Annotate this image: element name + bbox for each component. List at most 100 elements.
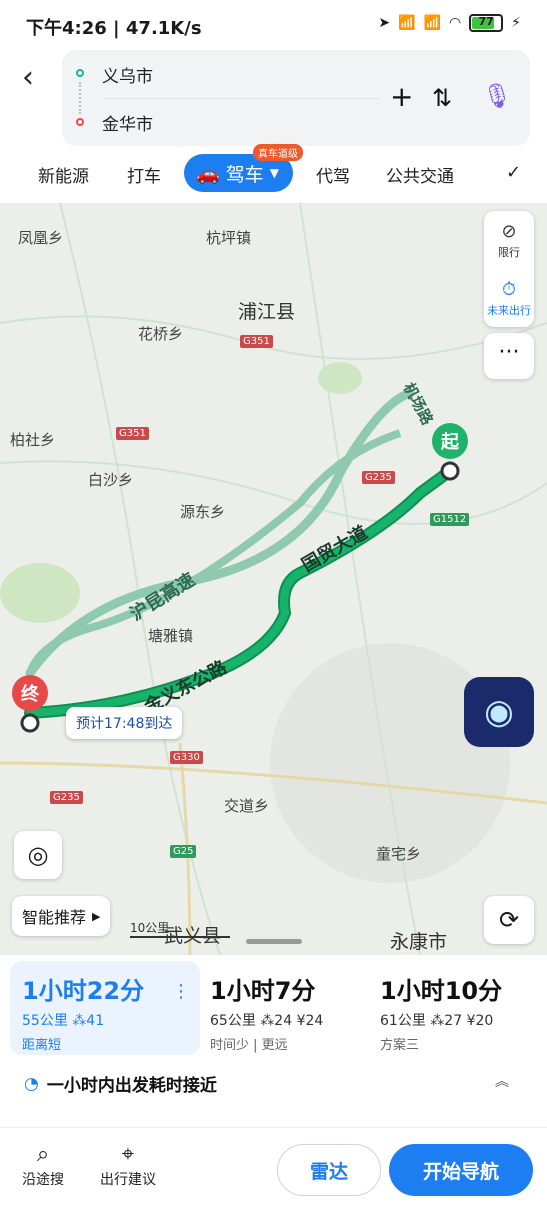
route-time: 1小时22分 (22, 977, 145, 1005)
tab-new-energy[interactable]: 新能源 (38, 162, 89, 187)
add-waypoint-icon[interactable]: + (390, 80, 413, 113)
location-pin-icon: ⌖ (121, 1142, 135, 1167)
car-icon: 🚗 (196, 162, 220, 185)
route-tag: 方案三 (380, 1038, 420, 1053)
swap-icon[interactable]: ⇅ (432, 84, 452, 112)
tab-taxi[interactable]: 打车 (127, 162, 161, 187)
start-pin[interactable]: 起 (432, 423, 468, 459)
map-label: 浦江县 (238, 301, 296, 323)
road-sign: G235 (50, 791, 83, 804)
road-sign: G235 (362, 471, 395, 484)
chevron-up-icon[interactable]: ︽ (495, 1071, 509, 1091)
wifi-icon: ◠ (448, 15, 462, 31)
route-distance: 55公里 (22, 1013, 68, 1029)
map-scale: 10公里 (130, 919, 230, 938)
bottom-bar: ⌕ 沿途搜 ⌖ 出行建议 雷达 开始导航 (0, 1127, 547, 1216)
battery-icon: 77 (469, 14, 504, 32)
route-option-2[interactable]: 1小时7分 65公里 ⁂24 ¥24 时间少 | 更远 (198, 961, 374, 1055)
play-icon: ▶ (92, 909, 101, 923)
map-label: 白沙乡 (88, 471, 134, 489)
traffic-light-icon: ⁂ (430, 1013, 445, 1029)
map-label: 花桥乡 (138, 325, 184, 343)
drag-handle[interactable] (246, 939, 302, 944)
back-icon[interactable]: ‹ (22, 60, 34, 95)
travel-advice-button[interactable]: ⌖ 出行建议 (100, 1142, 156, 1189)
traffic-limit-button[interactable]: ⊘ 限行 (484, 211, 534, 269)
map-label: 杭坪镇 (206, 229, 252, 247)
route-lights: 27 (444, 1013, 463, 1029)
route-option-3[interactable]: 1小时10分 61公里 ⁂27 ¥20 方案三 (368, 961, 544, 1055)
start-navigation-button[interactable]: 开始导航 (389, 1144, 533, 1196)
clock-icon: ◔ (24, 1073, 39, 1094)
signal-icon: 📶 (398, 15, 416, 31)
road-sign: G25 (170, 845, 197, 858)
side-panel: ⊘ 限行 ⏱ 未来出行 (484, 211, 534, 327)
status-time: 下午4:26 (26, 18, 107, 39)
stopwatch-icon: ⏱ (501, 278, 517, 300)
radar-button[interactable]: 雷达 (277, 1144, 381, 1196)
tab-public-transit[interactable]: 公共交通 (386, 162, 454, 187)
header: ‹ 义乌市 金华市 + ⇅ 🎙 新能源 打车 🚗 驾车 ▼ 代驾 公共交通 ✓ … (0, 50, 547, 200)
map-label: 源东乡 (180, 503, 226, 521)
route-option-1[interactable]: 1小时22分 55公里 ⁂41 距离短 ⋮ (10, 961, 200, 1055)
lane-level-badge: 真车道级 (253, 144, 303, 161)
route-toll: ¥24 (296, 1013, 324, 1029)
tabs-expand-icon[interactable]: ✓ (506, 162, 521, 183)
assistant-robot-icon[interactable]: ◉ (464, 677, 534, 747)
address-box: 义乌市 金华市 + ⇅ 🎙 (62, 50, 530, 146)
refresh-icon[interactable]: ⟳ (484, 896, 534, 944)
map-label: 塘雅镇 (148, 627, 194, 645)
future-trip-button[interactable]: ⏱ 未来出行 (484, 269, 534, 327)
map-label: 交道乡 (224, 797, 270, 815)
charging-icon: ⚡ (511, 15, 521, 31)
route-tag: 距离短 (22, 1038, 62, 1053)
eta-label: 预计17:48到达 (66, 707, 183, 739)
travel-advice-label: 出行建议 (100, 1172, 156, 1188)
departure-tip-text: 一小时内出发耗时接近 (46, 1076, 217, 1096)
along-search-button[interactable]: ⌕ 沿途搜 (22, 1142, 64, 1189)
route-tag: 时间少 | 更远 (210, 1038, 288, 1053)
route-time: 1小时7分 (210, 977, 316, 1005)
end-dot-icon (76, 118, 84, 126)
battery-level: 77 (478, 15, 494, 28)
tab-designated-driver[interactable]: 代驾 (316, 162, 350, 187)
microphone-icon[interactable]: 🎙 (482, 82, 512, 110)
traffic-limit-label: 限行 (498, 245, 520, 259)
smart-recommend-label: 智能推荐 (22, 908, 87, 927)
road-sign: G351 (240, 335, 273, 348)
map-label: 柏社乡 (10, 431, 56, 449)
more-icon[interactable]: ··· (484, 333, 534, 379)
traffic-light-icon: ⁂ (260, 1013, 275, 1029)
limit-icon: ⊘ (501, 220, 517, 242)
location-arrow-icon: ➤ (378, 15, 391, 31)
route-toll: ¥20 (466, 1013, 494, 1029)
map-view[interactable]: 凤凰乡 杭坪镇 浦江县 花桥乡 柏社乡 白沙乡 源东乡 塘雅镇 交道乡 童宅乡 … (0, 203, 547, 955)
tab-drive-label: 驾车 (225, 163, 264, 186)
origin-field[interactable]: 义乌市 (102, 62, 153, 87)
destination-field[interactable]: 金华市 (102, 110, 153, 135)
status-speed: 47.1K/s (125, 18, 202, 39)
route-distance: 61公里 (380, 1013, 426, 1029)
map-label: 童宅乡 (376, 845, 422, 863)
road-sign: G330 (170, 751, 203, 764)
smart-recommend-button[interactable]: 智能推荐 ▶ (12, 896, 111, 936)
route-lights: 24 (274, 1013, 293, 1029)
route-options: 1小时22分 55公里 ⁂41 距离短 ⋮ 1小时7分 65公里 ⁂24 ¥24… (0, 955, 547, 1127)
locate-icon[interactable]: ◎ (14, 831, 62, 879)
traffic-light-icon: ⁂ (72, 1013, 87, 1029)
road-sign: G1512 (430, 513, 470, 526)
signal-icon-2: 📶 (423, 15, 441, 31)
start-dot-icon (76, 69, 84, 77)
road-sign: G351 (116, 427, 149, 440)
future-trip-label: 未来出行 (487, 303, 531, 317)
route-time: 1小时10分 (380, 977, 503, 1005)
status-bar: 下午4:26 | 47.1K/s ➤ 📶 📶 ◠ 77 ⚡ (0, 0, 547, 50)
along-search-label: 沿途搜 (22, 1172, 64, 1188)
route-distance: 65公里 (210, 1013, 256, 1029)
route-lights: 41 (86, 1013, 105, 1029)
route-more-icon[interactable]: ⋮ (172, 981, 190, 1002)
end-pin[interactable]: 终 (12, 675, 48, 711)
map-label: 永康市 (390, 931, 448, 953)
departure-tip[interactable]: ◔ 一小时内出发耗时接近 (24, 1071, 217, 1097)
map-label: 凤凰乡 (18, 229, 64, 247)
